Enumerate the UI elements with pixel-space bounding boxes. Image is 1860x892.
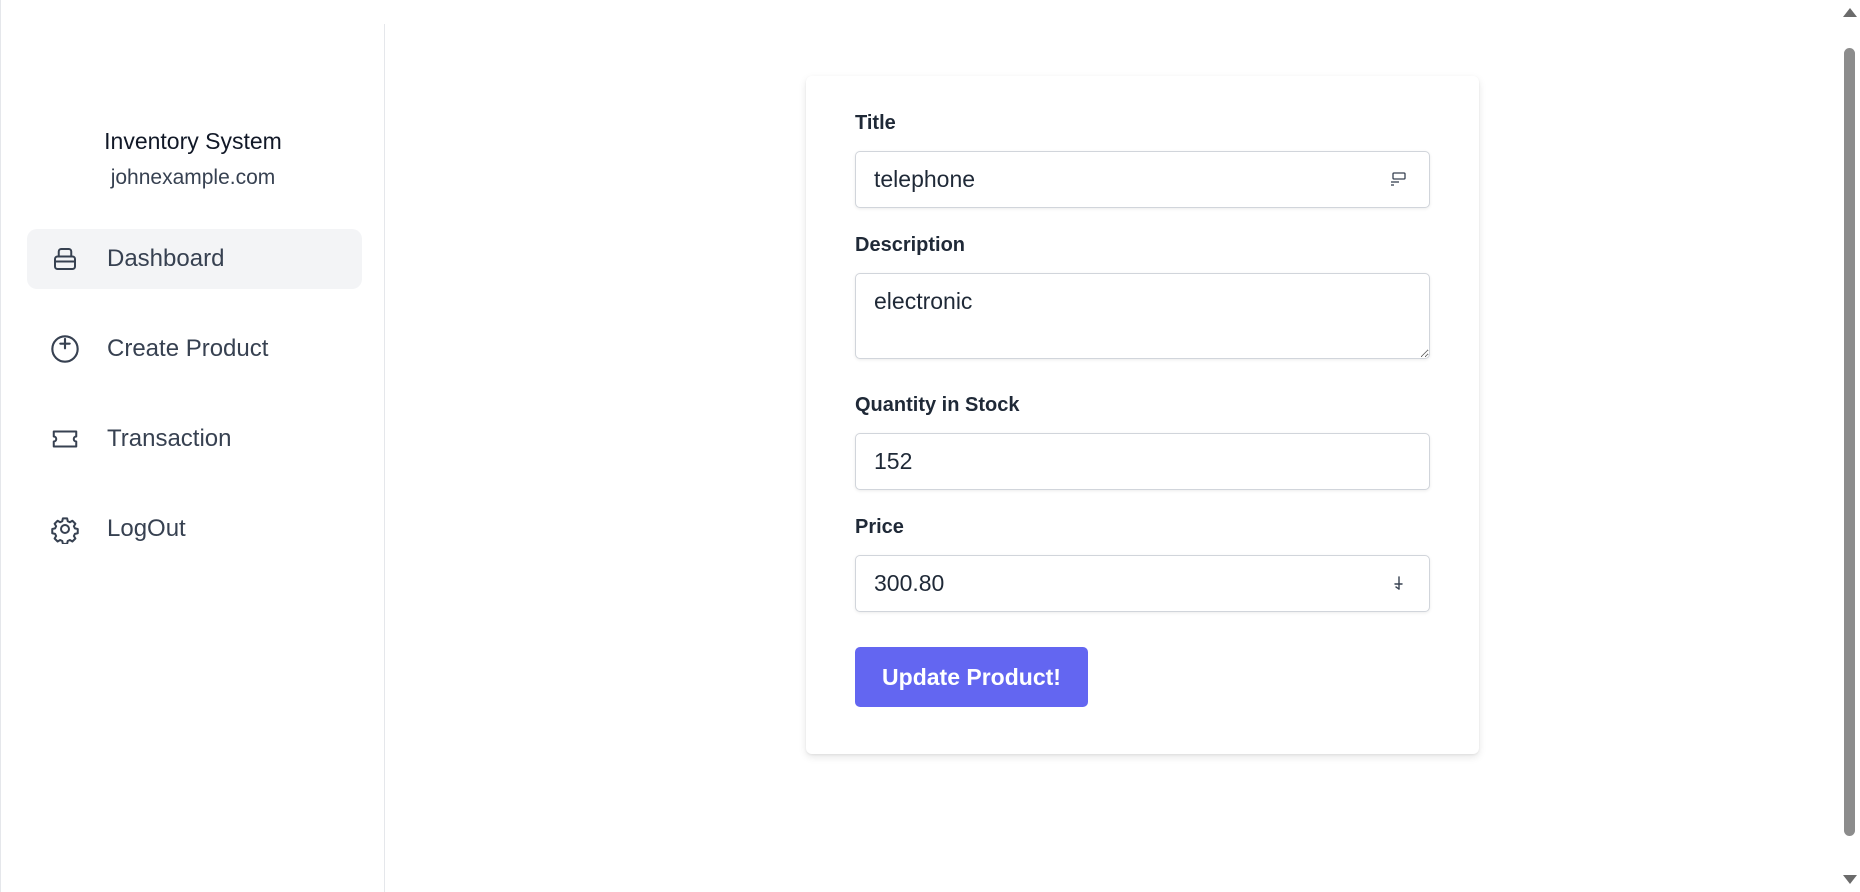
sidebar-divider bbox=[384, 24, 385, 892]
gear-icon bbox=[48, 512, 82, 546]
autofill-icon[interactable] bbox=[1388, 169, 1408, 189]
price-field-wrap bbox=[806, 555, 1479, 612]
quantity-input[interactable] bbox=[855, 433, 1430, 490]
sidebar-item-label: LogOut bbox=[107, 515, 186, 542]
title-field-wrap bbox=[806, 151, 1479, 208]
description-label: Description bbox=[855, 234, 966, 256]
sidebar-nav: Dashboard Create Product Transaction Log… bbox=[27, 229, 362, 589]
product-form-card: Title Description electronic Quantity in… bbox=[806, 76, 1479, 754]
sidebar-item-label: Dashboard bbox=[107, 245, 225, 272]
sidebar-item-label: Transaction bbox=[107, 425, 232, 452]
sidebar: Inventory System johnexample.com Dashboa… bbox=[0, 0, 384, 892]
brand: Inventory System johnexample.com bbox=[1, 124, 385, 193]
price-label: Price bbox=[855, 516, 904, 538]
page: Inventory System johnexample.com Dashboa… bbox=[0, 0, 1860, 892]
title-label: Title bbox=[855, 112, 896, 134]
scroll-up-arrow-icon[interactable] bbox=[1843, 8, 1857, 17]
inbox-icon bbox=[48, 242, 82, 276]
sidebar-item-dashboard[interactable]: Dashboard bbox=[27, 229, 362, 289]
sidebar-item-transaction[interactable]: Transaction bbox=[27, 409, 362, 469]
description-textarea[interactable]: electronic bbox=[855, 273, 1430, 359]
brand-subtitle: johnexample.com bbox=[110, 166, 276, 189]
sidebar-item-label: Create Product bbox=[107, 335, 269, 362]
ticket-icon bbox=[48, 422, 82, 456]
scroll-down-arrow-icon[interactable] bbox=[1843, 875, 1857, 884]
sidebar-item-create-product[interactable]: Create Product bbox=[27, 319, 362, 379]
plus-circle-icon bbox=[48, 332, 82, 366]
title-input[interactable] bbox=[855, 151, 1430, 208]
quantity-label: Quantity in Stock bbox=[855, 394, 1020, 416]
update-product-button[interactable]: Update Product! bbox=[855, 647, 1088, 707]
sidebar-item-logout[interactable]: LogOut bbox=[27, 499, 362, 559]
scroll-thumb[interactable] bbox=[1844, 48, 1855, 836]
vertical-scrollbar[interactable] bbox=[1838, 0, 1860, 892]
price-input[interactable] bbox=[855, 555, 1430, 612]
brand-title: Inventory System bbox=[104, 128, 282, 154]
number-stepper-icon[interactable] bbox=[1388, 573, 1408, 593]
